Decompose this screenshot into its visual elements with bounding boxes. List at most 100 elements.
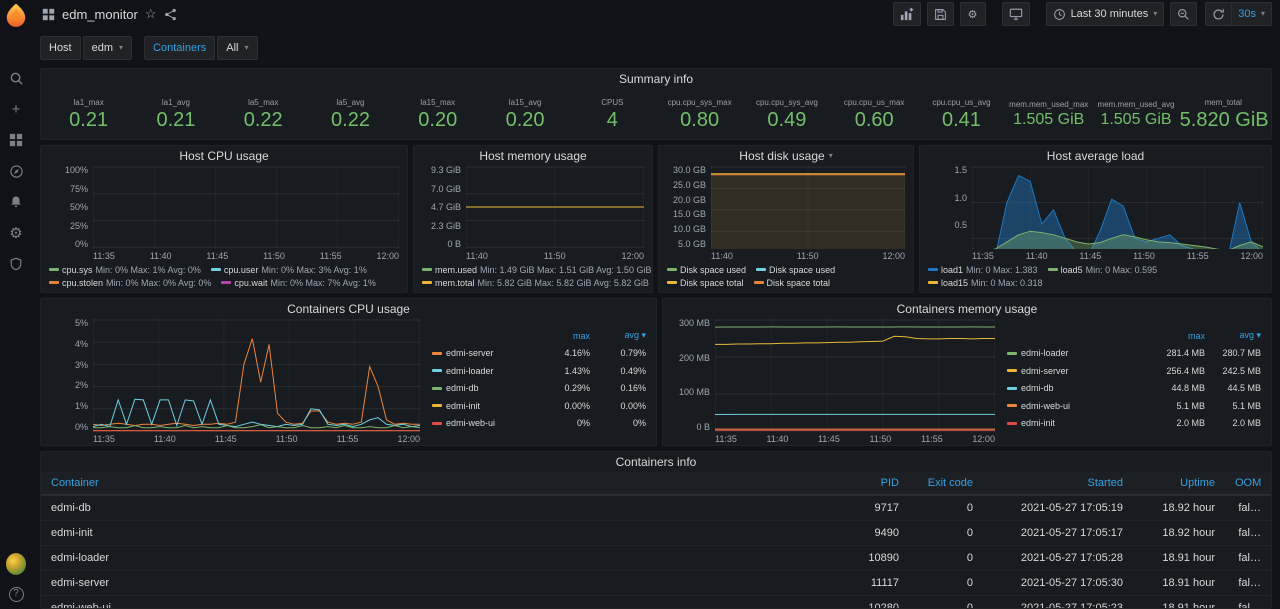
legend-sort-max[interactable]: max — [1149, 331, 1205, 341]
chart-canvas[interactable] — [93, 319, 420, 432]
series-name: edmi-init — [1021, 418, 1055, 428]
zoom-out-button[interactable] — [1170, 2, 1197, 26]
panel-menu-caret[interactable]: ▾ — [829, 152, 833, 160]
alerting-bell-icon[interactable] — [6, 193, 26, 211]
legend-series[interactable]: edmi-server4.16%0.79% — [432, 345, 646, 363]
legend-sort-max[interactable]: max — [534, 331, 590, 341]
series-avg: 280.7 MB — [1205, 348, 1261, 358]
star-icon[interactable]: ☆ — [145, 6, 157, 22]
legend-series[interactable]: cpu.sysMin: 0% Max: 1% Avg: 0% — [49, 263, 201, 276]
legend-series[interactable]: cpu.waitMin: 0% Max: 7% Avg: 1% — [221, 276, 375, 289]
dashboard-title[interactable]: edm_monitor — [62, 7, 138, 22]
stat-label: cpu.cpu_us_avg — [918, 98, 1005, 107]
panel-title[interactable]: Host average load — [920, 146, 1271, 166]
dashboard-settings-button[interactable]: ⚙ — [960, 2, 986, 26]
legend-series[interactable]: edmi-db0.29%0.16% — [432, 380, 646, 398]
series-color-icon — [667, 281, 677, 284]
legend-series[interactable]: edmi-init0.00%0.00% — [432, 397, 646, 415]
time-range-picker[interactable]: Last 30 minutes ▾ — [1046, 2, 1165, 26]
table-cell: edmi-web-ui — [41, 596, 845, 609]
legend-series[interactable]: edmi-loader1.43%0.49% — [432, 362, 646, 380]
legend-series[interactable]: edmi-db44.8 MB44.5 MB — [1007, 380, 1261, 398]
series-max: 44.8 MB — [1149, 383, 1205, 393]
series-name: Disk space used — [680, 265, 746, 275]
legend-sort-avg[interactable]: avg ▾ — [1205, 330, 1261, 341]
panel-title[interactable]: Host memory usage — [414, 146, 652, 166]
legend-series[interactable]: edmi-web-ui5.1 MB5.1 MB — [1007, 397, 1261, 415]
legend-series[interactable]: edmi-web-ui0%0% — [432, 415, 646, 433]
panel-title[interactable]: Containers CPU usage — [41, 299, 656, 319]
search-icon[interactable] — [6, 69, 26, 87]
legend-series[interactable]: load1Min: 0 Max: 1.383 — [928, 263, 1038, 276]
stat-label: la1_max — [45, 98, 132, 107]
plot-area[interactable] — [93, 166, 399, 249]
host-variable-dropdown[interactable]: edm ▾ — [83, 36, 132, 60]
dashboards-icon[interactable] — [6, 131, 26, 149]
chart-canvas[interactable] — [466, 166, 644, 249]
table-cell: 0 — [909, 521, 983, 546]
explore-compass-icon[interactable] — [6, 162, 26, 180]
panel-title[interactable]: Containers info — [41, 452, 1271, 472]
legend-series[interactable]: Disk space total — [667, 276, 744, 289]
panel-title[interactable]: Containers memory usage — [663, 299, 1271, 319]
legend-table: maxavg ▾edmi-loader281.4 MB280.7 MBedmi-… — [1003, 319, 1271, 445]
legend-series[interactable]: mem.usedMin: 1.49 GiB Max: 1.51 GiB Avg:… — [422, 263, 651, 276]
refresh-interval-picker[interactable]: 30s ▾ — [1232, 2, 1272, 26]
legend-series[interactable]: edmi-init2.0 MB2.0 MB — [1007, 415, 1261, 433]
table-column-header[interactable]: Container — [41, 472, 845, 495]
table-column-header[interactable]: PID — [845, 472, 909, 495]
help-icon[interactable]: ? — [6, 585, 26, 603]
chart-canvas[interactable] — [972, 166, 1263, 249]
panel-title[interactable]: Summary info — [41, 69, 1271, 89]
configuration-gear-icon[interactable]: ⚙ — [6, 224, 26, 242]
legend-series[interactable]: edmi-loader281.4 MB280.7 MB — [1007, 345, 1261, 363]
graph-row-2: Containers CPU usage 5%4%3%2%1%0% 11:351… — [40, 298, 1272, 446]
plot-area[interactable] — [715, 319, 995, 432]
series-max: 5.1 MB — [1149, 401, 1205, 411]
panel-title[interactable]: Host disk usage▾ — [659, 146, 913, 166]
panel-title[interactable]: Host CPU usage — [41, 146, 407, 166]
series-color-icon — [432, 387, 442, 390]
table-column-header[interactable]: Started — [983, 472, 1133, 495]
sidebar-nav: + ⚙ — [6, 69, 26, 273]
chart-canvas[interactable] — [93, 166, 399, 249]
table-column-header[interactable]: OOM — [1225, 472, 1271, 495]
legend-series[interactable]: load15Min: 0 Max: 0.318 — [928, 276, 1043, 289]
server-admin-shield-icon[interactable] — [6, 255, 26, 273]
share-icon[interactable] — [164, 8, 177, 21]
add-panel-button[interactable] — [893, 2, 921, 26]
legend-series[interactable]: Disk space used — [667, 263, 746, 276]
create-icon[interactable]: + — [6, 100, 26, 118]
legend-series[interactable]: load5Min: 0 Max: 0.595 — [1048, 263, 1158, 276]
series-color-icon — [1007, 404, 1017, 407]
series-avg: 0% — [590, 418, 646, 428]
legend-sort-avg[interactable]: avg ▾ — [590, 330, 646, 341]
series-stats: Min: 0 Max: 0.595 — [1086, 265, 1158, 275]
series-color-icon — [928, 281, 938, 284]
legend-series[interactable]: Disk space total — [754, 276, 831, 289]
legend-series[interactable]: cpu.userMin: 0% Max: 3% Avg: 1% — [211, 263, 367, 276]
refresh-button[interactable] — [1205, 2, 1232, 26]
chart-canvas[interactable] — [711, 166, 905, 249]
table-column-header[interactable]: Uptime — [1133, 472, 1225, 495]
save-dashboard-button[interactable] — [927, 2, 954, 26]
legend-series[interactable]: Disk space used — [756, 263, 835, 276]
plot-area[interactable] — [711, 166, 905, 249]
plot-area[interactable] — [466, 166, 644, 249]
user-avatar[interactable] — [6, 555, 26, 573]
table-column-header[interactable]: Exit code — [909, 472, 983, 495]
containers-variable-dropdown[interactable]: All ▾ — [217, 36, 257, 60]
panel-grid: Summary info la1_max0.21la1_avg0.21la5_m… — [40, 68, 1272, 609]
stat-value: 0.22 — [220, 110, 307, 130]
series-color-icon — [928, 268, 938, 271]
legend-series[interactable]: edmi-server256.4 MB242.5 MB — [1007, 362, 1261, 380]
stat-label: la5_avg — [307, 98, 394, 107]
plot-area[interactable] — [972, 166, 1263, 249]
cycle-view-button[interactable] — [1002, 2, 1030, 26]
legend-series[interactable]: mem.totalMin: 5.82 GiB Max: 5.82 GiB Avg… — [422, 276, 649, 289]
x-axis: 11:3511:4011:4511:5011:5512:00 — [93, 432, 420, 445]
plot-area[interactable] — [93, 319, 420, 432]
chart-canvas[interactable] — [715, 319, 995, 432]
grafana-logo[interactable] — [2, 1, 30, 29]
legend-series[interactable]: cpu.stolenMin: 0% Max: 0% Avg: 0% — [49, 276, 211, 289]
